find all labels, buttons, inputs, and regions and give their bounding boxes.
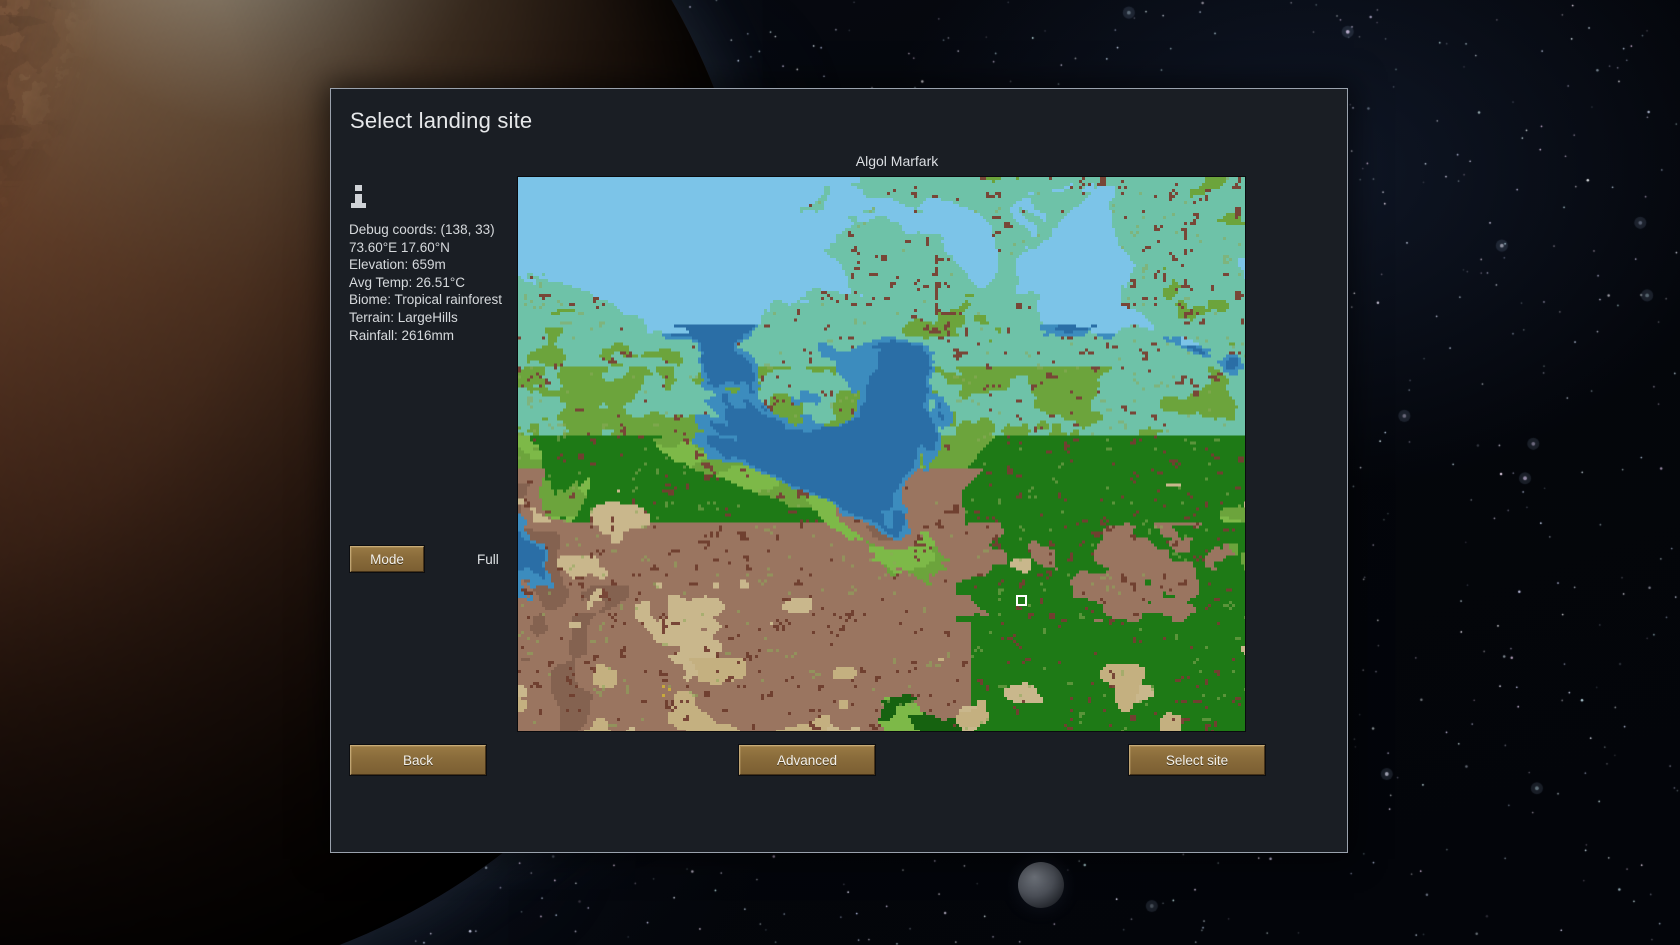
advanced-button[interactable]: Advanced: [738, 744, 876, 776]
back-button[interactable]: Back: [349, 744, 487, 776]
select-site-button[interactable]: Select site: [1128, 744, 1266, 776]
world-name-label: Algol Marfark: [517, 153, 1277, 169]
world-map[interactable]: [517, 176, 1246, 732]
world-map-canvas[interactable]: [518, 177, 1246, 732]
mode-value-label: Full: [477, 552, 499, 567]
page-title: Select landing site: [350, 108, 532, 134]
info-icon: [349, 185, 369, 209]
screen-root: Select landing site Debug coords: (138, …: [0, 0, 1680, 945]
mode-row: Mode Full: [349, 545, 499, 573]
select-landing-site-dialog: Select landing site Debug coords: (138, …: [330, 88, 1348, 853]
mode-button[interactable]: Mode: [349, 545, 425, 573]
moon: [1018, 862, 1064, 908]
